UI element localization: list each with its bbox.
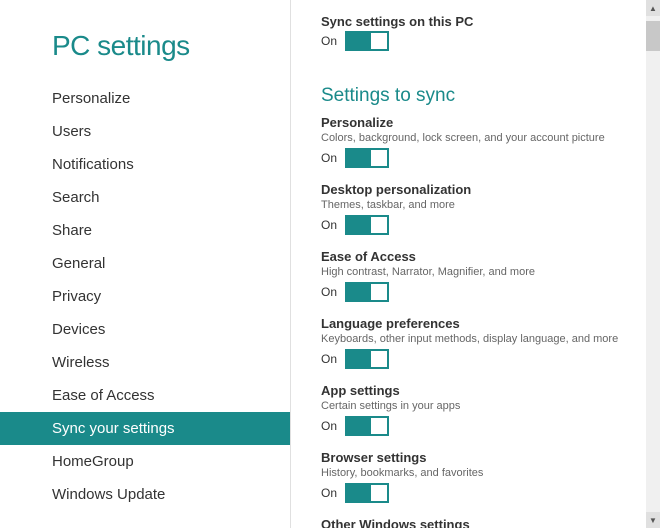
toggle-knob (371, 485, 387, 501)
sync-pc-toggle-row: On (321, 31, 640, 51)
toggle-label: On (321, 218, 337, 232)
sidebar-item-notifications[interactable]: Notifications (0, 148, 290, 181)
setting-row: Language preferences Keyboards, other in… (321, 316, 640, 369)
scrollbar: ▲ ▼ (646, 0, 660, 528)
sync-pc-label: Sync settings on this PC (321, 14, 640, 29)
sidebar-item-users[interactable]: Users (0, 115, 290, 148)
main-content: Sync settings on this PC On Settings to … (290, 0, 660, 528)
toggle-row: On (321, 349, 640, 369)
sidebar: PC settings PersonalizeUsersNotification… (0, 0, 290, 528)
toggle-knob (371, 284, 387, 300)
setting-row: Desktop personalization Themes, taskbar,… (321, 182, 640, 235)
sidebar-nav: PersonalizeUsersNotificationsSearchShare… (0, 82, 290, 511)
setting-name: Other Windows settings (321, 517, 640, 528)
toggle-row: On (321, 282, 640, 302)
sidebar-item-privacy[interactable]: Privacy (0, 280, 290, 313)
toggle-row: On (321, 215, 640, 235)
sidebar-item-devices[interactable]: Devices (0, 313, 290, 346)
toggle-row: On (321, 416, 640, 436)
sidebar-item-sync-your-settings[interactable]: Sync your settings (0, 412, 290, 445)
sync-pc-toggle-label: On (321, 34, 337, 48)
scroll-up-button[interactable]: ▲ (646, 0, 660, 16)
app-title: PC settings (0, 20, 290, 82)
sidebar-item-homegroup[interactable]: HomeGroup (0, 445, 290, 478)
setting-name: Personalize (321, 115, 640, 130)
setting-name: Language preferences (321, 316, 640, 331)
scroll-thumb[interactable] (646, 21, 660, 51)
setting-row: Ease of Access High contrast, Narrator, … (321, 249, 640, 302)
scroll-track (646, 16, 660, 512)
sidebar-item-ease-of-access[interactable]: Ease of Access (0, 379, 290, 412)
sidebar-item-windows-update[interactable]: Windows Update (0, 478, 290, 511)
toggle-label: On (321, 151, 337, 165)
setting-toggle[interactable] (345, 282, 389, 302)
toggle-knob (371, 217, 387, 233)
setting-toggle[interactable] (345, 483, 389, 503)
toggle-label: On (321, 285, 337, 299)
setting-toggle[interactable] (345, 215, 389, 235)
toggle-knob (371, 418, 387, 434)
scroll-down-button[interactable]: ▼ (646, 512, 660, 528)
toggle-label: On (321, 486, 337, 500)
toggle-label: On (321, 419, 337, 433)
sidebar-item-search[interactable]: Search (0, 181, 290, 214)
settings-to-sync-title: Settings to sync (321, 85, 640, 107)
setting-toggle[interactable] (345, 148, 389, 168)
sync-pc-header: Sync settings on this PC On (321, 0, 640, 71)
sidebar-item-wireless[interactable]: Wireless (0, 346, 290, 379)
main-wrapper: Sync settings on this PC On Settings to … (290, 0, 660, 528)
settings-list: Personalize Colors, background, lock scr… (321, 115, 640, 528)
sidebar-item-general[interactable]: General (0, 247, 290, 280)
toggle-row: On (321, 148, 640, 168)
setting-row: Other Windows settings Windows Explorer … (321, 517, 640, 528)
toggle-knob (371, 150, 387, 166)
sync-pc-setting: Sync settings on this PC On (321, 14, 640, 51)
setting-row: Personalize Colors, background, lock scr… (321, 115, 640, 168)
toggle-label: On (321, 352, 337, 366)
setting-desc: History, bookmarks, and favorites (321, 467, 640, 479)
setting-row: App settings Certain settings in your ap… (321, 383, 640, 436)
toggle-knob (371, 351, 387, 367)
setting-row: Browser settings History, bookmarks, and… (321, 450, 640, 503)
setting-toggle[interactable] (345, 349, 389, 369)
setting-name: Desktop personalization (321, 182, 640, 197)
sidebar-item-personalize[interactable]: Personalize (0, 82, 290, 115)
setting-desc: Colors, background, lock screen, and you… (321, 132, 640, 144)
setting-desc: Themes, taskbar, and more (321, 199, 640, 211)
setting-desc: Certain settings in your apps (321, 400, 640, 412)
toggle-row: On (321, 483, 640, 503)
setting-name: Browser settings (321, 450, 640, 465)
setting-name: App settings (321, 383, 640, 398)
setting-name: Ease of Access (321, 249, 640, 264)
setting-desc: Keyboards, other input methods, display … (321, 333, 640, 345)
setting-toggle[interactable] (345, 416, 389, 436)
toggle-knob (371, 33, 387, 49)
sync-pc-toggle[interactable] (345, 31, 389, 51)
setting-desc: High contrast, Narrator, Magnifier, and … (321, 266, 640, 278)
sidebar-item-share[interactable]: Share (0, 214, 290, 247)
